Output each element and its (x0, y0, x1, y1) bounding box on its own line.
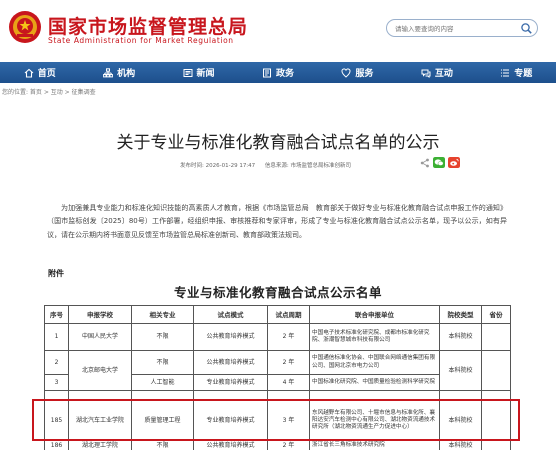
col-header-province: 省份 (481, 305, 511, 324)
cell-school: 北京邮电大学 (68, 350, 132, 391)
weibo-icon[interactable] (448, 157, 460, 168)
cell-mode: 公共教育培养模式 (193, 323, 268, 351)
search-input[interactable] (395, 22, 515, 35)
search-icon[interactable] (520, 22, 533, 35)
home-icon (24, 68, 34, 78)
col-header-period: 试点周期 (267, 305, 310, 324)
cell-period: 2 年 (267, 350, 310, 375)
site-title[interactable]: 国家市场监督管理总局 (48, 12, 248, 39)
col-header-type: 院校类型 (439, 305, 482, 324)
cell-major: 人工智能 (131, 374, 194, 391)
nav-item-topic[interactable]: 专题 (477, 62, 556, 83)
site-header: 国家市场监督管理总局 State Administration for Mark… (0, 0, 556, 58)
cell-period: 4 年 (267, 374, 310, 391)
article-meta: 发布时间: 2026-01-29 17:47 信息来源: 市场监管总局标准创新司 (180, 161, 359, 169)
table-row: 1 中国人民大学 不限 公共教育培养模式 2 年 中国电子技术标准化研究院、成都… (44, 323, 511, 351)
cell-major: 不限 (131, 350, 194, 375)
nav-item-label: 机构 (117, 69, 136, 79)
highlight-box (32, 399, 520, 441)
cell-mode: 专业教育培养模式 (193, 374, 268, 391)
share-icon[interactable] (420, 158, 430, 168)
cell-type: 本科院校 (439, 350, 482, 391)
main-nav: 首页 机构 新闻 政务 服务 互动 专题 (0, 62, 556, 83)
nav-item-service[interactable]: 服务 (318, 62, 397, 83)
nav-item-home[interactable]: 首页 (0, 62, 79, 83)
service-icon (341, 67, 351, 78)
cell-unit: 浙江省长三角标准技术研究院 (309, 440, 440, 450)
nav-item-label: 政务 (275, 69, 294, 79)
table-row: 2 北京邮电大学 不限 公共教育培养模式 2 年 中国通信标准化协会、中国联合网… (44, 350, 511, 391)
nav-item-label: 互动 (434, 69, 453, 79)
nav-item-label: 专题 (514, 69, 533, 79)
cell-unit: 中国通信标准化协会、中国联合网络通信集团有限公司、国网北京市电力公司 (309, 350, 440, 375)
cell-school: 湖北理工学院 (68, 440, 132, 450)
publish-time: 发布时间: 2026-01-29 17:47 (180, 163, 256, 169)
cell-major: 不限 (131, 323, 194, 351)
col-header-unit: 联合申报单位 (309, 305, 440, 324)
cell-period: 2 年 (267, 440, 310, 450)
cell-no: 2 (44, 350, 69, 375)
cell-school: 中国人民大学 (68, 323, 132, 351)
article-paragraph: 为加强兼具专业能力和标准化知识技能的高素质人才教育，根据《市场监管总局 教育部关… (47, 204, 507, 239)
nav-item-news[interactable]: 新闻 (159, 62, 238, 83)
cell-period: 2 年 (267, 323, 310, 351)
nav-item-label: 新闻 (196, 69, 215, 79)
interact-icon (421, 69, 431, 78)
cell-province (481, 350, 511, 391)
nav-item-gov[interactable]: 政务 (238, 62, 317, 83)
table-title: 专业与标准化教育融合试点公示名单 (173, 285, 382, 300)
cell-type: 本科院校 (439, 323, 482, 351)
cell-mode: 公共教育培养模式 (193, 350, 268, 375)
gov-icon (262, 68, 271, 77)
cell-province (481, 323, 511, 351)
annex-label: 附件 (48, 269, 64, 278)
share-bar (420, 157, 460, 168)
search-box (386, 19, 538, 37)
cell-no: 1 (44, 323, 69, 351)
table-header-row: 序号 申报学校 相关专业 试点模式 试点周期 联合申报单位 院校类型 省份 (44, 305, 511, 324)
cell-province (481, 440, 511, 450)
nav-item-label: 服务 (355, 69, 374, 79)
national-emblem-icon[interactable] (8, 10, 42, 44)
cell-type: 本科院校 (439, 440, 482, 450)
cell-unit: 中国电子技术标准化研究院、成都市标准化研究院、浙潮智慧城市科技有限公司 (309, 323, 440, 351)
info-source: 信息来源: 市场监管总局标准创新司 (264, 163, 352, 169)
col-header-mode: 试点模式 (193, 305, 268, 324)
col-header-school: 申报学校 (68, 305, 132, 324)
news-icon (183, 68, 193, 77)
breadcrumb[interactable]: 您的位置: 首页 > 互动 > 征集调查 (2, 87, 96, 96)
topic-icon (501, 68, 510, 77)
cell-major: 不限 (131, 440, 194, 450)
cell-unit: 中国标准化研究院、中国质量检验检测科学研究院 (309, 374, 440, 391)
org-icon (103, 67, 114, 77)
page-title: 关于专业与标准化教育融合试点名单的公示 (116, 133, 440, 153)
nav-item-org[interactable]: 机构 (79, 62, 158, 83)
cell-no: 3 (44, 374, 69, 391)
col-header-major: 相关专业 (131, 305, 194, 324)
site-subtitle: State Administration for Market Regulati… (48, 36, 234, 45)
nav-item-interact[interactable]: 互动 (397, 62, 476, 83)
wechat-icon[interactable] (433, 157, 445, 168)
table-row: 186 湖北理工学院 不限 公共教育培养模式 2 年 浙江省长三角标准技术研究院… (44, 440, 511, 450)
nav-item-label: 首页 (37, 69, 56, 79)
cell-mode: 公共教育培养模式 (193, 440, 268, 450)
col-header-no: 序号 (44, 305, 69, 324)
cell-no: 186 (44, 440, 69, 450)
